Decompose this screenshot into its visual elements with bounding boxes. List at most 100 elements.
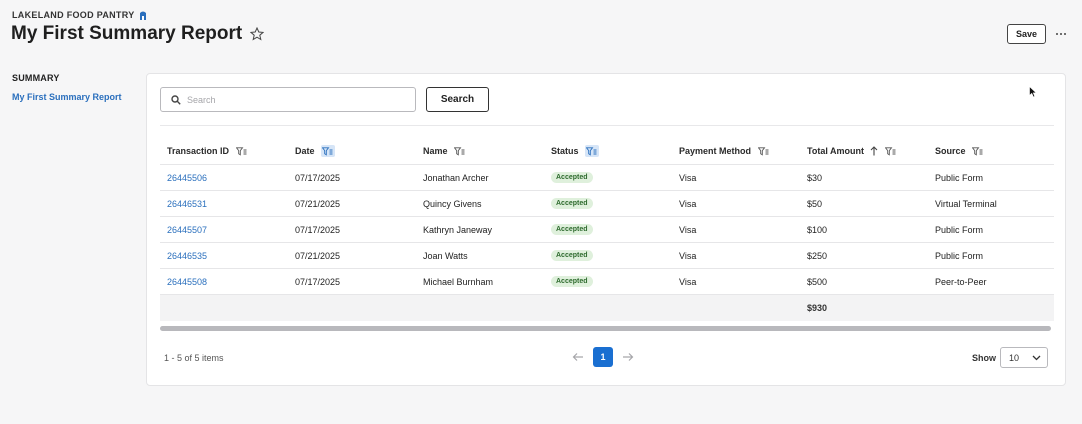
table-cell-value: Quincy Givens [423, 198, 482, 209]
table-cell-value: Visa [679, 172, 697, 183]
table-cell-value: Peer-to-Peer [935, 276, 987, 287]
more-options-icon[interactable] [1053, 27, 1069, 41]
table-cell-value: Michael Burnham [423, 276, 494, 287]
column-header-label: Date [295, 146, 315, 156]
org-name: LAKELAND FOOD PANTRY [12, 10, 147, 20]
table-cell-value: $250 [807, 250, 828, 261]
table-cell-value: Kathryn Janeway [423, 224, 493, 235]
table-cell: 07/17/2025 [288, 225, 416, 235]
table-row: 26446531 07/21/2025 Quincy Givens Accepted V… [160, 191, 1054, 217]
table-cell-value: 07/17/2025 [295, 172, 341, 183]
table-cell-value: $50 [807, 198, 823, 209]
status-badge: Accepted [551, 198, 593, 209]
previous-page-icon[interactable] [571, 350, 585, 364]
report-card: Search Transaction ID Date Name Status Payme… [146, 73, 1066, 386]
filter-icon[interactable] [584, 145, 599, 157]
column-header[interactable]: Date [288, 145, 416, 157]
table-cell: Kathryn Janeway [416, 225, 544, 235]
transaction-id-link[interactable]: 26446535 [167, 251, 207, 261]
table-cell: Quincy Givens [416, 199, 544, 209]
status-badge: Accepted [551, 250, 593, 261]
filter-icon[interactable] [320, 145, 335, 157]
search-input[interactable] [187, 94, 407, 105]
table-cell-value: $500 [807, 276, 828, 287]
transaction-id-link[interactable]: 26445506 [167, 173, 207, 183]
page-size-select[interactable]: 10 [1000, 347, 1048, 368]
table-cell: $30 [800, 173, 928, 183]
column-header[interactable]: Status [544, 145, 672, 157]
table-cell: 26446531 [160, 199, 288, 209]
column-header-label: Name [423, 146, 448, 156]
total-amount: $930 [807, 303, 828, 313]
table-cell-value: Joan Watts [423, 250, 468, 261]
divider [160, 125, 1054, 126]
column-header-label: Payment Method [679, 146, 752, 156]
sidebar-heading: SUMMARY [12, 73, 60, 83]
filter-icon[interactable] [884, 146, 896, 156]
search-icon [171, 94, 181, 105]
table-cell-value: 07/21/2025 [295, 198, 341, 209]
filter-icon[interactable] [757, 146, 769, 156]
chevron-down-icon [1032, 355, 1041, 360]
table-cell: Accepted [544, 224, 672, 235]
search-field[interactable] [160, 87, 416, 112]
search-button[interactable]: Search [426, 87, 489, 112]
table-cell: 26445508 [160, 277, 288, 287]
sort-ascending-icon[interactable] [870, 146, 878, 156]
column-header-label: Source [935, 146, 966, 156]
column-header-label: Status [551, 146, 579, 156]
table-total-row: $930 [160, 295, 1054, 321]
table-cell-value: Public Form [935, 224, 984, 235]
table-cell: Visa [672, 173, 800, 183]
table-cell-value: Jonathan Archer [423, 172, 489, 183]
items-count: 1 - 5 of 5 items [164, 353, 224, 363]
column-header[interactable]: Source [928, 146, 1054, 156]
table-cell-value: Visa [679, 224, 697, 235]
table-row: 26445507 07/17/2025 Kathryn Janeway Accepte… [160, 217, 1054, 243]
table-cell: 07/21/2025 [288, 199, 416, 209]
transaction-id-link[interactable]: 26446531 [167, 199, 207, 209]
column-header[interactable]: Transaction ID [160, 146, 288, 156]
filter-icon[interactable] [235, 146, 247, 156]
column-header[interactable]: Payment Method [672, 146, 800, 156]
table-cell: $100 [800, 225, 928, 235]
table-cell: Public Form [928, 251, 1054, 261]
horizontal-scrollbar[interactable] [160, 326, 1051, 331]
page-number-button[interactable]: 1 [593, 347, 613, 367]
table-cell-value: Virtual Terminal [935, 198, 997, 209]
table-cell: Public Form [928, 225, 1054, 235]
table-cell-value: Public Form [935, 172, 984, 183]
table-cell: Jonathan Archer [416, 173, 544, 183]
column-header[interactable]: Name [416, 146, 544, 156]
page-size-value: 10 [1009, 352, 1020, 363]
column-header-label: Transaction ID [167, 146, 230, 156]
next-page-icon[interactable] [621, 350, 635, 364]
table-cell: 07/17/2025 [288, 173, 416, 183]
table-cell-value: 07/17/2025 [295, 224, 341, 235]
table-cell: Peer-to-Peer [928, 277, 1054, 287]
sidebar-item-my-first-summary-report[interactable]: My First Summary Report [12, 92, 122, 102]
table-cell: $500 [800, 277, 928, 287]
table-row: 26446535 07/21/2025 Joan Watts Accepted Visa… [160, 243, 1054, 269]
table-cell: 26445507 [160, 225, 288, 235]
table-cell: Visa [672, 199, 800, 209]
table-cell: Visa [672, 251, 800, 261]
building-icon [139, 11, 146, 20]
table-cell-value: 07/17/2025 [295, 276, 341, 287]
filter-icon[interactable] [972, 146, 984, 156]
table-cell-value: $100 [807, 224, 828, 235]
table-cell: Michael Burnham [416, 277, 544, 287]
save-button[interactable]: Save [1007, 24, 1046, 44]
table-cell: Accepted [544, 276, 672, 287]
table-cell: $250 [800, 251, 928, 261]
table-header-row: Transaction ID Date Name Status Payment Meth… [160, 138, 1054, 165]
table-cell-value: Visa [679, 198, 697, 209]
favorite-star-icon[interactable] [250, 27, 265, 41]
column-header[interactable]: Total Amount [800, 146, 928, 156]
transaction-id-link[interactable]: 26445507 [167, 225, 207, 235]
table-cell-value: $30 [807, 172, 823, 183]
page-title: My First Summary Report [11, 23, 265, 45]
table-cell: Accepted [544, 172, 672, 183]
filter-icon[interactable] [454, 146, 466, 156]
transaction-id-link[interactable]: 26445508 [167, 277, 207, 287]
